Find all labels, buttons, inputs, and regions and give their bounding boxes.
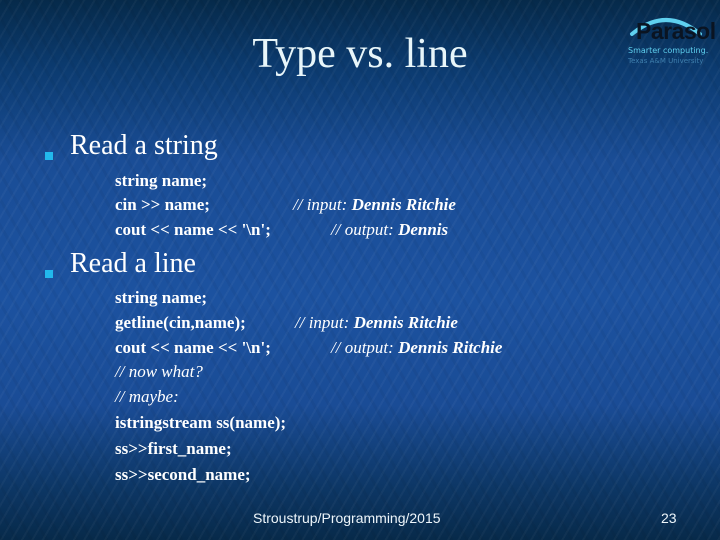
logo-tagline: Smarter computing.: [628, 46, 709, 55]
code-comment: // input: Dennis Ritchie: [295, 313, 458, 332]
slide-title: Type vs. line: [252, 31, 468, 77]
logo-wordmark: Parasol: [636, 18, 716, 44]
code-line: ss>>first_name;: [115, 439, 232, 458]
parasol-logo: Parasol Smarter computing. Texas A&M Uni…: [622, 8, 716, 70]
footer-text: Stroustrup/Programming/2015: [253, 510, 441, 526]
logo-institution: Texas A&M University: [628, 57, 704, 65]
code-comment: // input: Dennis Ritchie: [293, 195, 456, 214]
bullet-heading: Read a string: [70, 130, 218, 161]
bullet-square-icon: [45, 152, 53, 160]
code-line: cin >> name;: [115, 195, 210, 214]
code-line: string name;: [115, 171, 208, 190]
code-line: cout << name << '\n';: [115, 220, 271, 239]
slide: Type vs. line Parasol Smarter computing.…: [0, 0, 720, 540]
comment-value: Dennis Ritchie: [398, 338, 503, 357]
page-number: 23: [661, 510, 677, 526]
bullet-square-icon: [45, 270, 53, 278]
code-line: getline(cin,name);: [115, 313, 246, 332]
code-line: string name;: [115, 288, 208, 307]
code-line: ss>>second_name;: [115, 465, 251, 484]
code-comment: // maybe:: [115, 387, 179, 406]
bullet-heading: Read a line: [70, 248, 196, 279]
code-line: istringstream ss(name);: [115, 413, 287, 432]
code-line: cout << name << '\n';: [115, 338, 271, 357]
code-comment: // output: Dennis Ritchie: [331, 338, 503, 357]
comment-value: Dennis Ritchie: [353, 313, 458, 332]
comment-value: Dennis: [398, 220, 449, 239]
comment-value: Dennis Ritchie: [351, 195, 456, 214]
code-comment: // output: Dennis: [331, 220, 449, 239]
code-comment: // now what?: [115, 362, 203, 381]
